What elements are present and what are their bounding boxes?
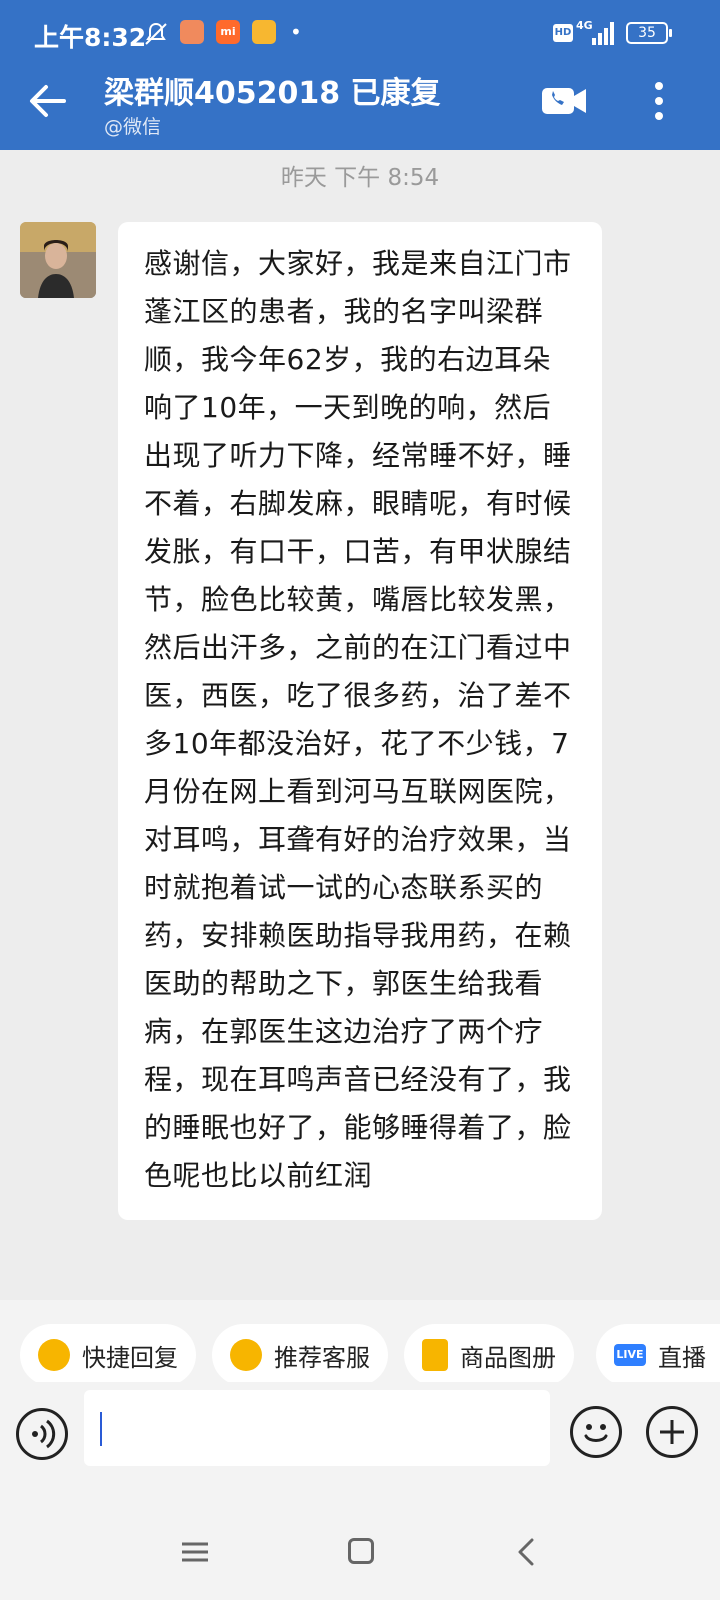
home-icon[interactable] xyxy=(348,1538,374,1564)
arrow-left-icon[interactable] xyxy=(24,78,70,124)
signal-icon: 4G xyxy=(576,19,614,45)
system-nav-bar xyxy=(0,1500,720,1600)
mute-icon xyxy=(145,22,167,45)
quick-reply-icon xyxy=(38,1339,70,1371)
live-button[interactable]: LIVE 直播 xyxy=(596,1324,720,1386)
more-vertical-icon[interactable] xyxy=(648,80,670,122)
recommend-service-icon xyxy=(230,1339,262,1371)
mi-notification-icon: mi xyxy=(216,20,240,44)
plus-icon[interactable] xyxy=(646,1406,698,1458)
chat-header: 上午8:32 mi • HD 4G 35 梁群顺4052018 已康复 @微信 xyxy=(0,0,720,150)
status-time: 上午8:32 xyxy=(34,23,147,52)
live-label: 直播 xyxy=(658,1343,706,1372)
menu-icon[interactable] xyxy=(182,1542,208,1562)
message-notification-icon xyxy=(252,20,276,44)
date-separator: 昨天 下午 8:54 xyxy=(280,165,440,191)
emoji-icon[interactable] xyxy=(570,1406,622,1458)
chat-subtitle: @微信 xyxy=(104,116,162,138)
voice-input-icon[interactable] xyxy=(16,1408,68,1460)
product-album-icon xyxy=(422,1339,448,1371)
status-bar: 上午8:32 mi • HD 4G 35 xyxy=(0,0,720,68)
message-input[interactable] xyxy=(84,1390,550,1466)
hd-badge: HD xyxy=(553,24,573,42)
video-call-icon[interactable] xyxy=(540,84,588,118)
recommend-service-label: 推荐客服 xyxy=(274,1343,370,1372)
app-notification-icon xyxy=(180,20,204,44)
chat-area[interactable]: 昨天 下午 8:54 感谢信，大家好，我是来自江门市蓬江区的患者，我的名字叫梁群… xyxy=(0,150,720,1300)
text-cursor xyxy=(100,1412,102,1446)
avatar-photo xyxy=(20,222,96,298)
live-icon: LIVE xyxy=(614,1344,646,1366)
chat-title: 梁群顺4052018 已康复 xyxy=(104,76,441,111)
network-type: 4G xyxy=(576,19,593,32)
avatar[interactable] xyxy=(20,222,96,298)
input-bar xyxy=(0,1382,720,1500)
product-album-button[interactable]: 商品图册 xyxy=(404,1324,574,1386)
battery-indicator: 35 xyxy=(626,22,672,44)
nav-back-icon[interactable] xyxy=(516,1538,536,1566)
message-bubble[interactable]: 感谢信，大家好，我是来自江门市蓬江区的患者，我的名字叫梁群顺，我今年62岁，我的… xyxy=(118,222,602,1220)
quick-reply-bar: 快捷回复 推荐客服 商品图册 LIVE 直播 xyxy=(0,1300,720,1386)
recommend-service-button[interactable]: 推荐客服 xyxy=(212,1324,388,1386)
product-album-label: 商品图册 xyxy=(460,1343,556,1372)
quick-reply-button[interactable]: 快捷回复 xyxy=(20,1324,196,1386)
more-notifications-dot: • xyxy=(290,20,302,44)
quick-reply-label: 快捷回复 xyxy=(82,1343,178,1372)
